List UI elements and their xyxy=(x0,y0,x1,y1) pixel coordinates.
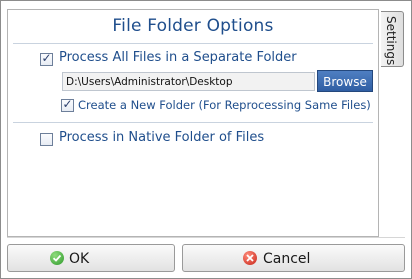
footer-divider xyxy=(7,237,405,238)
check-circle-icon xyxy=(50,251,64,265)
section-divider xyxy=(13,122,373,123)
dialog-frame: File Folder Options ✓ Process All Files … xyxy=(0,0,412,279)
checkmark-icon: ✓ xyxy=(41,51,52,65)
native-folder-checkbox[interactable] xyxy=(40,133,53,146)
separate-folder-checkbox[interactable]: ✓ xyxy=(40,51,53,66)
separate-folder-label[interactable]: Process All Files in a Separate Folder xyxy=(59,50,297,65)
cancel-button-label: Cancel xyxy=(263,251,311,267)
ok-button-label: OK xyxy=(69,251,90,267)
tab-settings-label: Settings xyxy=(384,16,398,66)
folder-path-input[interactable]: D:\Users\Administrator\Desktop xyxy=(62,72,315,91)
native-folder-label[interactable]: Process in Native Folder of Files xyxy=(59,130,264,145)
tab-settings[interactable]: Settings xyxy=(381,11,404,67)
browse-button[interactable]: Browse xyxy=(317,70,373,92)
cancel-button[interactable]: Cancel xyxy=(182,244,405,272)
title-divider xyxy=(13,43,373,44)
cancel-circle-icon xyxy=(243,251,257,265)
ok-button[interactable]: OK xyxy=(7,244,175,272)
options-panel: File Folder Options ✓ Process All Files … xyxy=(7,9,379,237)
create-new-folder-checkbox[interactable]: ✓ xyxy=(61,97,74,112)
page-title: File Folder Options xyxy=(112,16,274,36)
create-new-folder-label[interactable]: Create a New Folder (For Reprocessing Sa… xyxy=(78,98,371,112)
checkmark-icon: ✓ xyxy=(62,97,73,111)
